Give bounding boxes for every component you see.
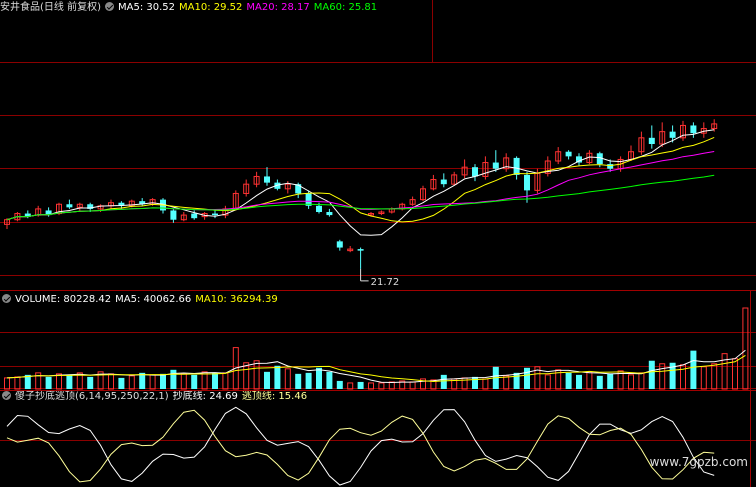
volume-bar (482, 378, 489, 390)
candle-body (690, 125, 697, 134)
candle-body (565, 151, 572, 157)
chart-canvas[interactable]: 21.72 (0, 0, 756, 487)
volume-bar (524, 367, 530, 389)
ma5-line (6, 129, 715, 236)
volume-bar (87, 376, 94, 389)
volume-bar (586, 371, 593, 390)
volume-ma10-line (6, 354, 746, 383)
volume-bar (638, 372, 645, 390)
volume-bar (128, 375, 135, 390)
volume-bar (513, 372, 520, 389)
volume-bar (264, 371, 270, 389)
candle-body (264, 176, 270, 183)
volume-bar (544, 374, 551, 390)
volume-bar (118, 377, 125, 389)
volume-bar (295, 373, 302, 389)
volume-bar (149, 374, 156, 390)
volume-bar (472, 376, 478, 389)
volume-bar (565, 372, 572, 389)
volume-bar (191, 374, 198, 389)
volume-bar (274, 365, 281, 389)
candle-body (357, 249, 364, 251)
candle-body (607, 164, 614, 169)
candle-body (513, 157, 520, 175)
watermark: www.7gpzb.com (649, 455, 748, 469)
volume-bar (4, 377, 10, 390)
volume-bar (305, 372, 312, 389)
candle-body (316, 205, 322, 212)
candle-body (440, 179, 447, 185)
stock-chart-window: 安井食品(日线 前复权) MA5: 30.52 MA10: 29.52 MA20: 2… (0, 0, 756, 487)
candle-body (472, 167, 478, 177)
volume-bar (336, 380, 343, 389)
volume-bar (732, 358, 738, 390)
volume-bar (576, 374, 582, 389)
candle-body (492, 162, 499, 169)
volume-bar (66, 374, 73, 389)
volume-bar (316, 367, 322, 389)
candle-body (648, 137, 655, 144)
bottom-line-series (6, 406, 715, 486)
volume-bar (607, 373, 614, 389)
volume-bar (409, 381, 416, 390)
volume-bar (180, 373, 187, 390)
volume-bar (596, 375, 603, 389)
candle-body (524, 174, 530, 191)
volume-bar (160, 373, 166, 389)
candle-body (336, 241, 343, 248)
volume-bar (700, 366, 707, 390)
volume-bar (357, 381, 364, 389)
volume-bar (711, 363, 718, 390)
candle-body (170, 210, 177, 220)
volume-bar (690, 350, 697, 389)
volume-bar (56, 373, 62, 390)
volume-bar (742, 307, 749, 390)
volume-bar (628, 374, 634, 390)
volume-bar (170, 369, 177, 389)
volume-bar (212, 372, 218, 389)
volume-bar (284, 368, 291, 390)
volume-bar (108, 373, 114, 390)
volume-bar (326, 371, 333, 389)
top-line-series (6, 409, 715, 483)
candle-body (191, 213, 198, 219)
candle-body (66, 204, 73, 208)
volume-bar (45, 376, 52, 389)
volume-bar (503, 375, 510, 390)
low-marker-label: 21.72 (371, 277, 400, 288)
volume-bar (721, 353, 728, 390)
candle-body (669, 131, 676, 138)
volume-bar (440, 374, 447, 389)
volume-bar (659, 363, 666, 390)
volume-bar (253, 360, 260, 390)
volume-bar (648, 360, 655, 389)
volume-bar (14, 376, 21, 390)
volume-bar (222, 372, 229, 390)
candle-body (212, 213, 218, 216)
candle-body (326, 212, 333, 216)
